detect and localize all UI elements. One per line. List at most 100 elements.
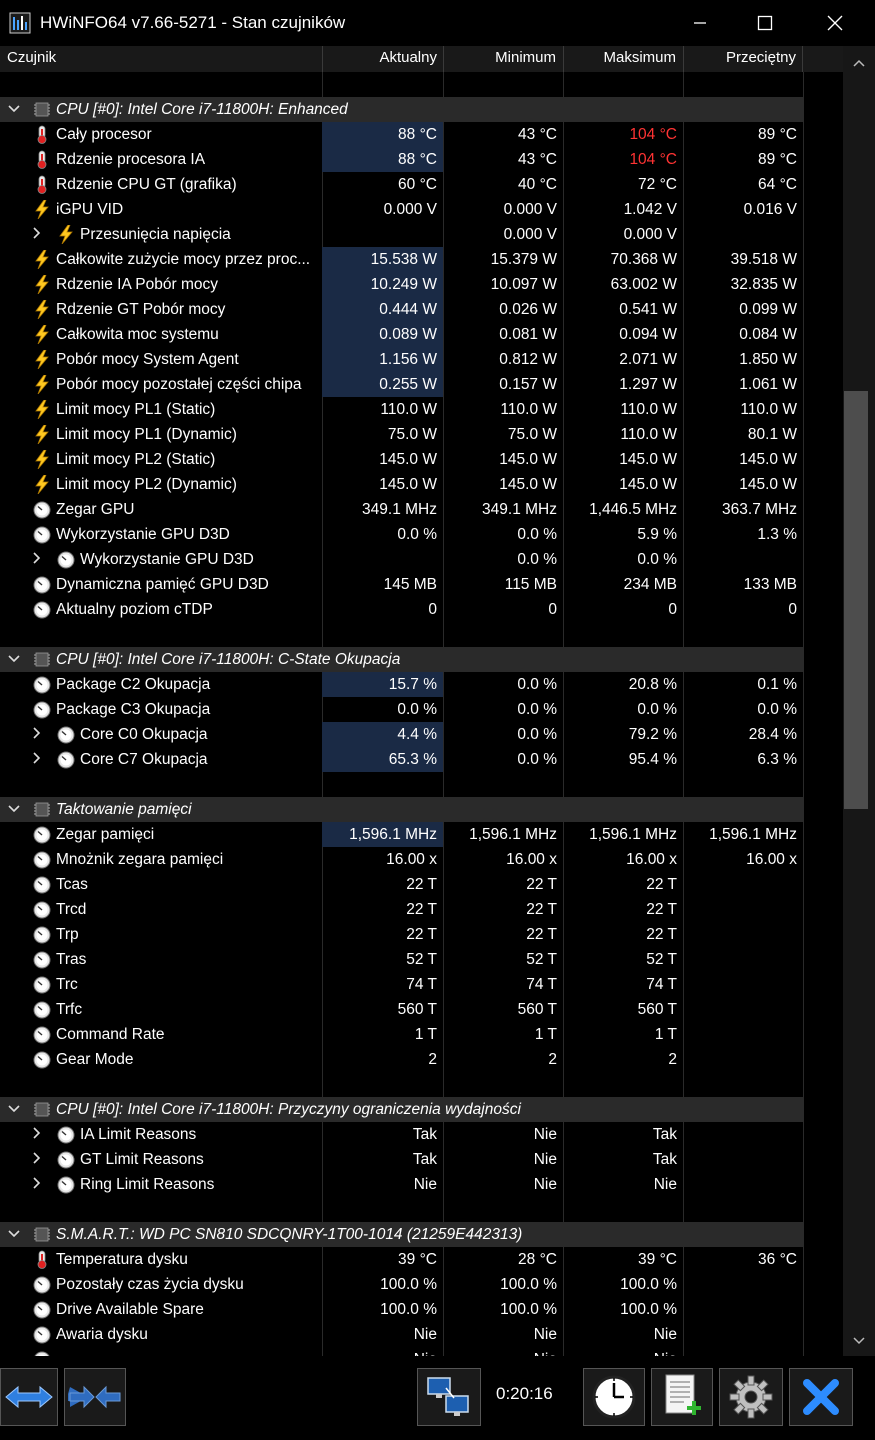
value-max: 22 T bbox=[646, 901, 677, 918]
header-current[interactable]: Aktualny bbox=[322, 49, 437, 66]
sensor-group-header[interactable]: CPU [#0]: Intel Core i7-11800H: Enhanced bbox=[0, 97, 803, 122]
sensor-row[interactable]: Mnożnik zegara pamięci 16.00 x 16.00 x 16.0… bbox=[0, 847, 803, 872]
sensor-row[interactable]: Trp 22 T 22 T 22 T bbox=[0, 922, 803, 947]
value-min: 28 °C bbox=[518, 1251, 557, 1268]
sensor-row[interactable]: Trc 74 T 74 T 74 T bbox=[0, 972, 803, 997]
sensor-row[interactable]: Zegar GPU 349.1 MHz 349.1 MHz 1,446.5 MHz 36… bbox=[0, 497, 803, 522]
sensor-row[interactable]: Awaria dysku Nie Nie Nie bbox=[0, 1322, 803, 1347]
sensor-row[interactable]: Pobór mocy System Agent 1.156 W 0.812 W 2.0… bbox=[0, 347, 803, 372]
sensor-row[interactable]: Package C3 Okupacja 0.0 % 0.0 % 0.0 % 0.0 % bbox=[0, 697, 803, 722]
gauge-icon bbox=[57, 1150, 75, 1169]
exit-button[interactable] bbox=[789, 1368, 853, 1426]
value-current: 65.3 % bbox=[322, 747, 443, 772]
sensor-row[interactable]: Przesunięcia napięcia 0.000 V 0.000 V bbox=[0, 222, 803, 247]
chevron-right-icon[interactable] bbox=[32, 722, 42, 747]
chevron-right-icon[interactable] bbox=[32, 1147, 42, 1172]
sensor-row[interactable]: Trfc 560 T 560 T 560 T bbox=[0, 997, 803, 1022]
header-avg[interactable]: Przeciętny bbox=[683, 49, 796, 66]
sensor-row[interactable]: iGPU VID 0.000 V 0.000 V 1.042 V 0.016 V bbox=[0, 197, 803, 222]
close-window-button[interactable] bbox=[800, 0, 870, 46]
collapse-button[interactable] bbox=[64, 1368, 126, 1426]
value-avg bbox=[683, 897, 803, 922]
sensor-row[interactable]: Rdzenie procesora IA 88 °C 43 °C 104 °C 89 °… bbox=[0, 147, 803, 172]
clock-button[interactable] bbox=[583, 1368, 645, 1426]
sensor-row[interactable]: Trcd 22 T 22 T 22 T bbox=[0, 897, 803, 922]
sensor-row[interactable]: Drive Available Spare 100.0 % 100.0 % 100.0… bbox=[0, 1297, 803, 1322]
scroll-down-button[interactable] bbox=[843, 1332, 875, 1352]
sensor-row[interactable]: GT Limit Reasons Tak Nie Tak bbox=[0, 1147, 803, 1172]
sensor-name: Trp bbox=[56, 926, 79, 943]
sensor-row[interactable]: Cały procesor 88 °C 43 °C 104 °C 89 °C bbox=[0, 122, 803, 147]
sensor-row[interactable]: Limit mocy PL2 (Static) 145.0 W 145.0 W 145… bbox=[0, 447, 803, 472]
network-button[interactable] bbox=[417, 1368, 481, 1426]
sensor-row[interactable]: Wykorzystanie GPU D3D 0.0 % 0.0 % bbox=[0, 547, 803, 572]
sensor-row[interactable]: Limit mocy PL1 (Static) 110.0 W 110.0 W 110… bbox=[0, 397, 803, 422]
header-min[interactable]: Minimum bbox=[443, 49, 556, 66]
sensor-row[interactable]: Rdzenie CPU GT (grafika) 60 °C 40 °C 72 °C 6… bbox=[0, 172, 803, 197]
chevron-right-icon[interactable] bbox=[32, 547, 42, 572]
sensor-row[interactable]: Ring Limit Reasons Nie Nie Nie bbox=[0, 1172, 803, 1197]
chevron-down-icon[interactable] bbox=[8, 647, 20, 672]
sensor-row[interactable]: Pobór mocy pozostałej części chipa 0.255 … bbox=[0, 372, 803, 397]
value-current: 1.156 W bbox=[322, 347, 443, 372]
sensor-row[interactable]: Tras 52 T 52 T 52 T bbox=[0, 947, 803, 972]
maximize-button[interactable] bbox=[730, 0, 800, 46]
sensor-group-header[interactable]: CPU [#0]: Intel Core i7-11800H: Przyczyn… bbox=[0, 1097, 803, 1122]
chevron-right-icon[interactable] bbox=[32, 747, 42, 772]
value-current: 0.255 W bbox=[322, 372, 443, 397]
settings-button[interactable] bbox=[719, 1368, 783, 1426]
vertical-scrollbar[interactable] bbox=[843, 46, 875, 1356]
scroll-up-button[interactable] bbox=[843, 54, 875, 74]
sensor-row[interactable]: Limit mocy PL2 (Dynamic) 145.0 W 145.0 W 14… bbox=[0, 472, 803, 497]
sensor-group-header[interactable]: CPU [#0]: Intel Core i7-11800H: C-State … bbox=[0, 647, 803, 672]
sensor-row[interactable]: IA Limit Reasons Tak Nie Tak bbox=[0, 1122, 803, 1147]
sensor-row[interactable]: Command Rate 1 T 1 T 1 T bbox=[0, 1022, 803, 1047]
sensor-row[interactable]: Tcas 22 T 22 T 22 T bbox=[0, 872, 803, 897]
value-current: 560 T bbox=[397, 1001, 437, 1018]
sensor-row[interactable]: Core C7 Okupacja 65.3 % 0.0 % 95.4 % 6.3 % bbox=[0, 747, 803, 772]
sensor-row[interactable]: Aktualny poziom cTDP 0 0 0 0 bbox=[0, 597, 803, 622]
header-max[interactable]: Maksimum bbox=[563, 49, 676, 66]
sensor-row[interactable]: NieNieNie bbox=[0, 1347, 803, 1356]
sensor-row[interactable]: Rdzenie IA Pobór mocy 10.249 W 10.097 W 63.… bbox=[0, 272, 803, 297]
chevron-right-icon[interactable] bbox=[32, 1172, 42, 1197]
sensor-row[interactable]: Package C2 Okupacja 15.7 % 0.0 % 20.8 % 0.1 … bbox=[0, 672, 803, 697]
sensor-row[interactable]: Temperatura dysku 39 °C 28 °C 39 °C 36 °C bbox=[0, 1247, 803, 1272]
value-avg bbox=[683, 997, 803, 1022]
sensor-row[interactable]: Rdzenie GT Pobór mocy 0.444 W 0.026 W 0.541… bbox=[0, 297, 803, 322]
sensor-group-header[interactable]: S.M.A.R.T.: WD PC SN810 SDCQNRY-1T00-101… bbox=[0, 1222, 803, 1247]
chevron-down-icon[interactable] bbox=[8, 797, 20, 822]
chevron-down-icon[interactable] bbox=[8, 97, 20, 122]
sensor-name: Limit mocy PL1 (Static) bbox=[56, 401, 216, 418]
chevron-down-icon[interactable] bbox=[8, 1222, 20, 1247]
sensor-row[interactable]: Pozostały czas życia dysku 100.0 % 100.0 %… bbox=[0, 1272, 803, 1297]
sensor-row[interactable]: Limit mocy PL1 (Dynamic) 75.0 W 75.0 W 110.… bbox=[0, 422, 803, 447]
sensor-row[interactable]: Całkowita moc systemu 0.089 W 0.081 W 0.094… bbox=[0, 322, 803, 347]
sensor-row[interactable]: Dynamiczna pamięć GPU D3D 145 MB 115 MB 234… bbox=[0, 572, 803, 597]
header-sensor[interactable]: Czujnik bbox=[7, 49, 56, 66]
chevron-right-icon[interactable] bbox=[32, 1122, 42, 1147]
sensor-row[interactable]: Core C0 Okupacja 4.4 % 0.0 % 79.2 % 28.4 % bbox=[0, 722, 803, 747]
chevron-down-icon[interactable] bbox=[8, 1097, 20, 1122]
expand-button[interactable] bbox=[0, 1368, 58, 1426]
sensor-group-header[interactable]: Taktowanie pamięci bbox=[0, 797, 803, 822]
minimize-button[interactable] bbox=[665, 0, 735, 46]
sensor-row[interactable]: Całkowite zużycie mocy przez proc... 15.5… bbox=[0, 247, 803, 272]
value-max: 52 T bbox=[646, 951, 677, 968]
value-avg bbox=[683, 1022, 803, 1047]
sensor-row[interactable]: Wykorzystanie GPU D3D 0.0 % 0.0 % 5.9 % 1.3 … bbox=[0, 522, 803, 547]
report-button[interactable] bbox=[651, 1368, 713, 1426]
value-min: 22 T bbox=[526, 901, 557, 918]
sensor-row[interactable]: Gear Mode 2 2 2 bbox=[0, 1047, 803, 1072]
sensor-row[interactable]: Zegar pamięci 1,596.1 MHz 1,596.1 MHz 1,596… bbox=[0, 822, 803, 847]
value-max: 22 T bbox=[646, 876, 677, 893]
sensor-name: Rdzenie procesora IA bbox=[56, 151, 206, 168]
chevron-right-icon[interactable] bbox=[32, 222, 42, 247]
gauge-icon bbox=[33, 1325, 51, 1344]
gauge-icon bbox=[33, 700, 51, 719]
sensor-table[interactable]: CPU [#0]: Intel Core i7-11800H: Enhanced… bbox=[0, 72, 843, 1356]
value-avg: 0.016 V bbox=[743, 201, 797, 218]
value-avg bbox=[683, 872, 803, 897]
scroll-thumb[interactable] bbox=[844, 391, 868, 809]
report-icon bbox=[665, 1374, 701, 1415]
